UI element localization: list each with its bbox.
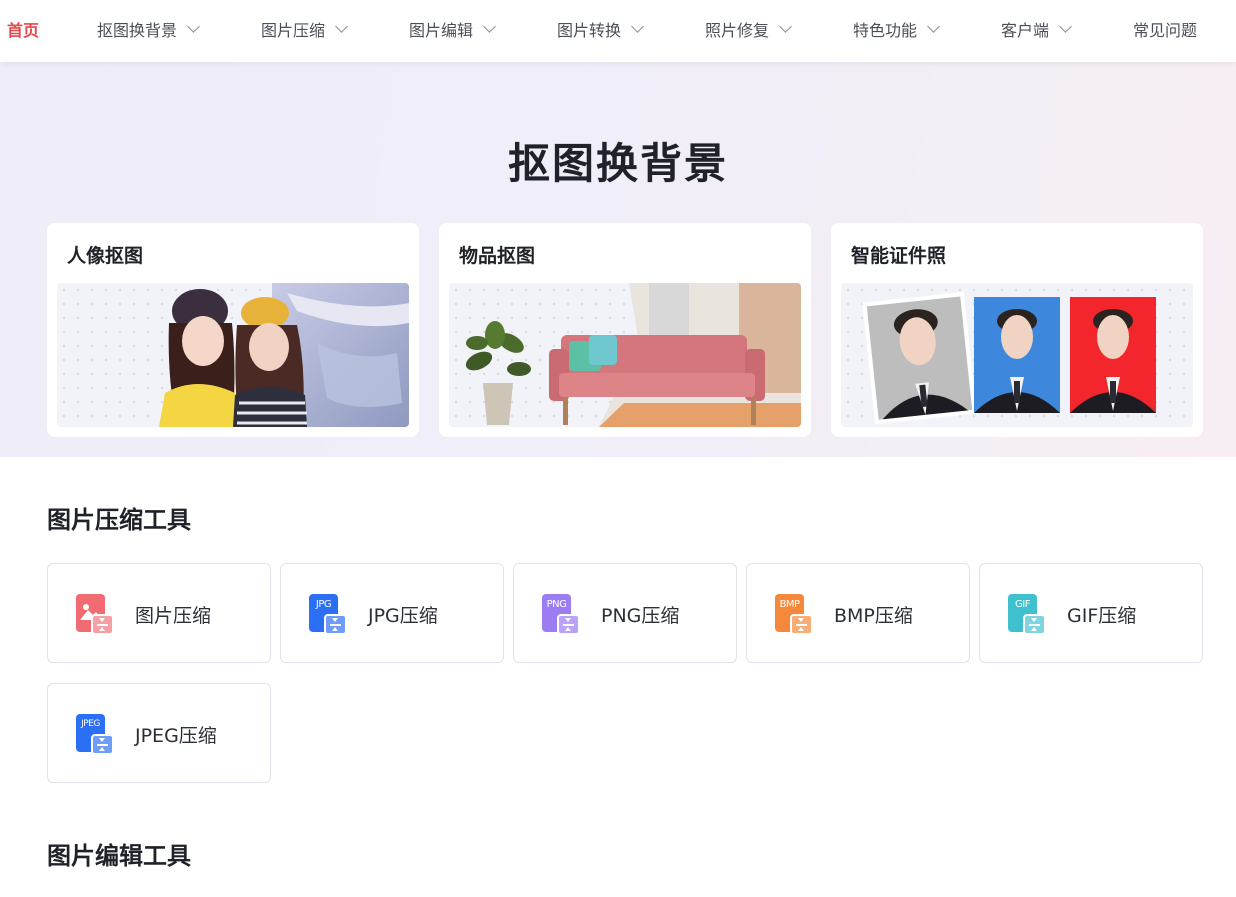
file-type-text: PNG <box>546 599 567 610</box>
id-photo-card[interactable]: 智能证件照 <box>831 223 1203 437</box>
nav-item-edit[interactable]: 图片编辑 <box>409 0 496 58</box>
nav-home[interactable]: 首页 <box>7 0 39 58</box>
tool-image-compress[interactable]: 图片压缩 <box>47 563 271 663</box>
gif-file-icon: GIF <box>1008 594 1048 636</box>
compress-section-title: 图片压缩工具 <box>47 506 191 534</box>
png-file-icon: PNG <box>542 594 582 636</box>
tool-label: 图片压缩 <box>135 605 212 627</box>
jpg-file-icon: JPG <box>309 594 349 636</box>
chevron-down-icon <box>631 20 644 33</box>
hero-section: 抠图换背景 人像抠图 物品抠图 智能证件照 <box>0 62 1236 457</box>
nav-item-label: 特色功能 <box>853 21 918 40</box>
nav-item-label: 图片编辑 <box>409 21 474 40</box>
nav-item-label: 照片修复 <box>705 21 770 40</box>
tool-png-compress[interactable]: PNG PNG压缩 <box>513 563 737 663</box>
nav-item-label: 抠图换背景 <box>97 21 178 40</box>
tool-label: PNG压缩 <box>601 605 680 627</box>
tool-label: GIF压缩 <box>1067 605 1137 627</box>
chevron-down-icon <box>187 20 200 33</box>
chevron-down-icon <box>335 20 348 33</box>
tool-label: JPEG压缩 <box>135 725 217 747</box>
nav-item-convert[interactable]: 图片转换 <box>557 0 644 58</box>
file-type-text: GIF <box>1015 599 1030 610</box>
card-title: 人像抠图 <box>67 245 144 267</box>
portrait-cutout-image <box>57 283 409 427</box>
jpeg-file-icon: JPEG <box>76 714 116 756</box>
chevron-down-icon <box>779 20 792 33</box>
object-cutout-card[interactable]: 物品抠图 <box>439 223 811 437</box>
nav-item-label: 图片转换 <box>557 21 622 40</box>
bmp-file-icon: BMP <box>775 594 815 636</box>
edit-section-title: 图片编辑工具 <box>47 842 191 870</box>
file-type-text: BMP <box>779 599 800 610</box>
chevron-down-icon <box>927 20 940 33</box>
hero-title: 抠图换背景 <box>507 139 728 188</box>
card-title: 智能证件照 <box>851 245 947 267</box>
tool-bmp-compress[interactable]: BMP BMP压缩 <box>746 563 970 663</box>
nav-item-cutout[interactable]: 抠图换背景 <box>97 0 200 58</box>
tool-jpg-compress[interactable]: JPG JPG压缩 <box>280 563 504 663</box>
nav-item-label: 图片压缩 <box>261 21 326 40</box>
tool-gif-compress[interactable]: GIF GIF压缩 <box>979 563 1203 663</box>
top-navigation: 首页 抠图换背景 图片压缩 图片编辑 图片转换 照片修复 特色功能 客户端 常见… <box>0 0 1236 62</box>
id-photo-image <box>841 283 1193 427</box>
nav-item-label: 客户端 <box>1001 21 1050 40</box>
portrait-cutout-card[interactable]: 人像抠图 <box>47 223 419 437</box>
nav-item-compress[interactable]: 图片压缩 <box>261 0 348 58</box>
image-compress-icon <box>76 594 116 636</box>
nav-item-features[interactable]: 特色功能 <box>853 0 940 58</box>
chevron-down-icon <box>483 20 496 33</box>
tool-label: BMP压缩 <box>834 605 913 627</box>
tool-jpeg-compress[interactable]: JPEG JPEG压缩 <box>47 683 271 783</box>
chevron-down-icon <box>1059 20 1072 33</box>
nav-faq[interactable]: 常见问题 <box>1133 0 1197 58</box>
card-title: 物品抠图 <box>459 245 536 267</box>
file-type-text: JPEG <box>81 719 100 729</box>
object-cutout-image <box>449 283 801 427</box>
nav-item-repair[interactable]: 照片修复 <box>705 0 792 58</box>
tool-label: JPG压缩 <box>368 605 438 627</box>
file-type-text: JPG <box>315 599 332 610</box>
nav-item-client[interactable]: 客户端 <box>1001 0 1072 58</box>
